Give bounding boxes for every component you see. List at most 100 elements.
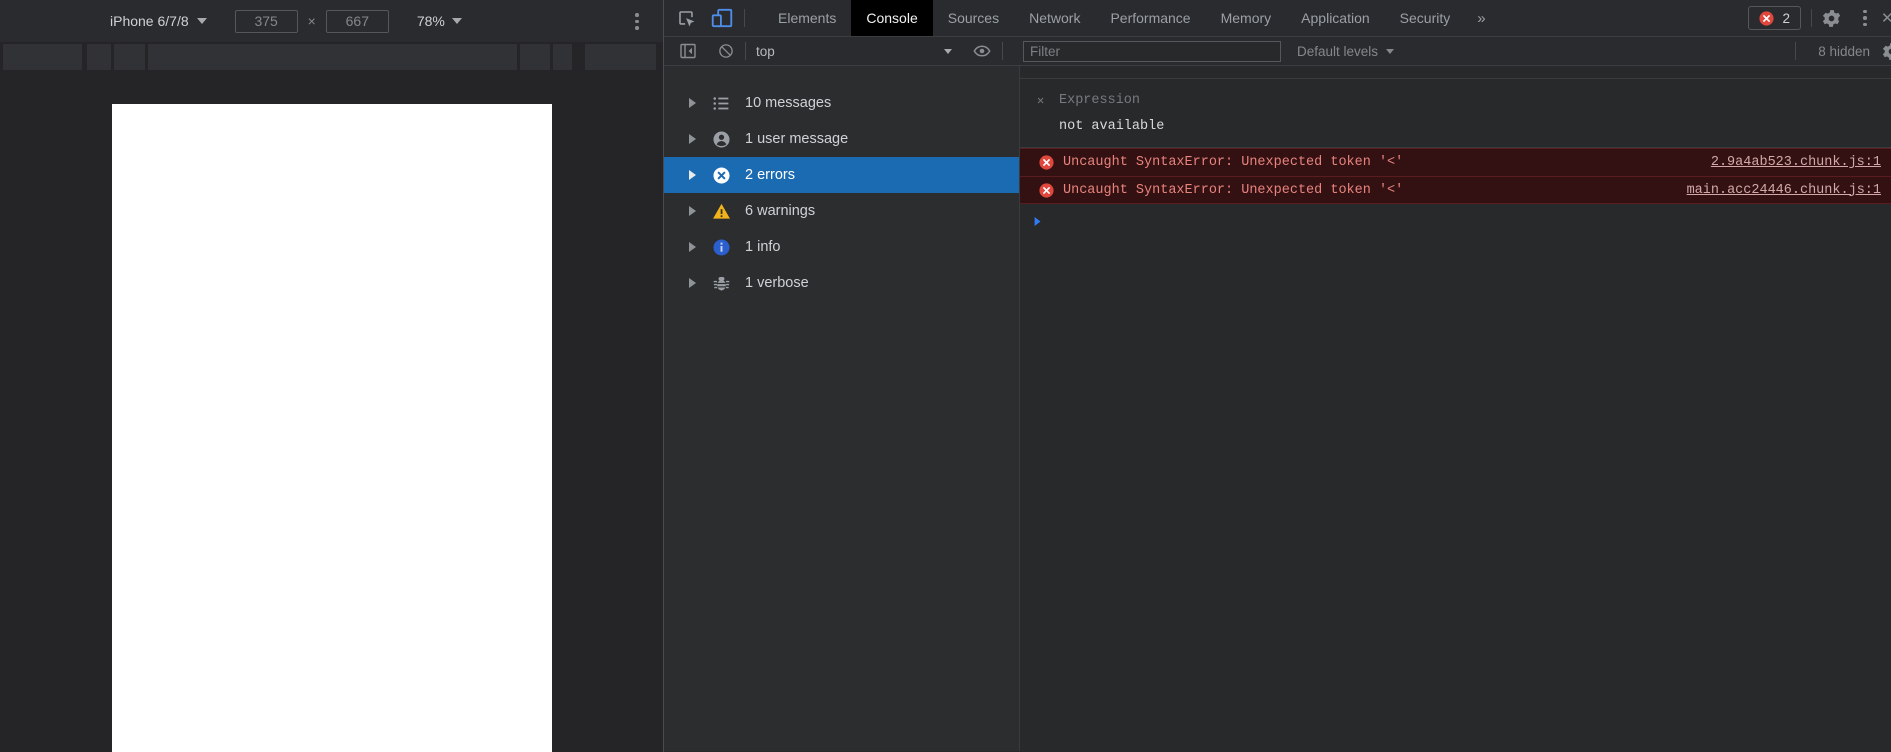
divider bbox=[1811, 9, 1812, 27]
tab-network[interactable]: Network bbox=[1014, 0, 1095, 36]
error-count-badge[interactable]: 2 bbox=[1748, 6, 1801, 30]
devtools-window: iPhone 6/7/8 × 78% bbox=[0, 0, 1891, 752]
device-toolbar-menu-button[interactable] bbox=[635, 13, 639, 30]
devtools-menu-button[interactable] bbox=[1863, 9, 1867, 27]
sidebar-item-warnings[interactable]: 6 warnings bbox=[664, 193, 1019, 229]
disclosure-triangle-icon[interactable] bbox=[689, 98, 696, 108]
frame-context-select[interactable]: top bbox=[756, 44, 952, 59]
disclosure-triangle-icon[interactable] bbox=[689, 278, 696, 288]
device-toolbar: iPhone 6/7/8 × 78% bbox=[0, 0, 663, 42]
ruler-segment bbox=[148, 44, 517, 70]
tab-elements[interactable]: Elements bbox=[763, 0, 851, 36]
console-settings-gear-icon[interactable] bbox=[1882, 42, 1891, 61]
inspect-cursor-icon[interactable] bbox=[676, 8, 697, 29]
console-filter-input[interactable] bbox=[1023, 40, 1281, 62]
dimension-separator: × bbox=[307, 13, 316, 29]
console-sidebar-toggle-icon[interactable] bbox=[678, 41, 698, 61]
hidden-messages-count: 8 hidden bbox=[1818, 43, 1870, 59]
error-circle-icon bbox=[1039, 182, 1054, 198]
tab-application[interactable]: Application bbox=[1286, 0, 1385, 36]
chevron-down-icon bbox=[1386, 48, 1395, 54]
sidebar-item-label: 1 user message bbox=[745, 131, 849, 147]
live-expression-result: not available bbox=[1059, 118, 1165, 134]
chevron-down-icon bbox=[451, 18, 462, 24]
error-circle-icon bbox=[1759, 10, 1775, 26]
disclosure-triangle-icon[interactable] bbox=[689, 206, 696, 216]
frame-context-value: top bbox=[756, 43, 775, 59]
info-icon bbox=[712, 238, 731, 257]
device-zoom-label: 78% bbox=[416, 13, 445, 29]
disclosure-triangle-icon[interactable] bbox=[689, 170, 696, 180]
device-type-select[interactable]: iPhone 6/7/8 bbox=[110, 13, 207, 29]
console-body: 10 messages 1 user message 2 errors 6 wa… bbox=[664, 66, 1891, 751]
devtools-tab-bar: Elements Console Sources Network Perform… bbox=[664, 0, 1891, 37]
chevron-down-icon bbox=[944, 48, 952, 54]
device-width-input[interactable] bbox=[234, 9, 298, 33]
error-message-text: Uncaught SyntaxError: Unexpected token '… bbox=[1063, 182, 1404, 198]
tab-console[interactable]: Console bbox=[851, 0, 933, 36]
device-ruler-strip bbox=[0, 44, 663, 70]
ruler-segment bbox=[114, 44, 145, 70]
ruler-segment bbox=[520, 44, 550, 70]
list-icon bbox=[712, 94, 731, 113]
tab-security[interactable]: Security bbox=[1385, 0, 1466, 36]
more-tabs-button[interactable]: » bbox=[1465, 10, 1497, 27]
disclosure-triangle-icon[interactable] bbox=[689, 134, 696, 144]
sidebar-item-verbose[interactable]: 1 verbose bbox=[664, 265, 1019, 301]
device-height-input[interactable] bbox=[325, 9, 389, 33]
bug-icon bbox=[712, 274, 731, 293]
user-icon bbox=[712, 130, 731, 149]
emulated-page-viewport[interactable] bbox=[112, 104, 552, 752]
chevron-down-icon bbox=[196, 18, 207, 24]
sidebar-item-label: 6 warnings bbox=[745, 203, 816, 219]
console-prompt-chevron-icon bbox=[1034, 216, 1041, 227]
warning-icon bbox=[712, 202, 731, 221]
tab-sources[interactable]: Sources bbox=[933, 0, 1014, 36]
gear-icon[interactable] bbox=[1822, 9, 1841, 28]
console-messages-area: ✕ Expression not available Uncaught Synt… bbox=[1020, 66, 1891, 751]
tab-performance[interactable]: Performance bbox=[1095, 0, 1205, 36]
clear-console-icon[interactable] bbox=[717, 42, 735, 60]
live-expression-block: ✕ Expression not available bbox=[1020, 78, 1891, 148]
sidebar-item-info[interactable]: 1 info bbox=[664, 229, 1019, 265]
console-error-message[interactable]: Uncaught SyntaxError: Unexpected token '… bbox=[1020, 148, 1891, 176]
sidebar-item-label: 1 info bbox=[745, 239, 781, 255]
live-expression-placeholder: Expression bbox=[1059, 92, 1141, 108]
eye-icon[interactable] bbox=[972, 41, 992, 61]
close-icon[interactable]: ✕ bbox=[1881, 9, 1891, 27]
error-source-link[interactable]: main.acc24446.chunk.js:1 bbox=[1687, 183, 1881, 198]
tab-memory[interactable]: Memory bbox=[1206, 0, 1287, 36]
device-zoom-select[interactable]: 78% bbox=[417, 13, 462, 29]
sidebar-item-label: 1 verbose bbox=[745, 275, 809, 291]
log-levels-select[interactable]: Default levels bbox=[1297, 44, 1395, 59]
console-prompt[interactable] bbox=[1020, 204, 1891, 228]
error-count: 2 bbox=[1782, 10, 1790, 26]
divider bbox=[1002, 42, 1003, 60]
panel-tabs: Elements Console Sources Network Perform… bbox=[763, 0, 1466, 36]
sidebar-item-label: 10 messages bbox=[745, 95, 832, 111]
devtools-pane: Elements Console Sources Network Perform… bbox=[663, 0, 1891, 752]
disclosure-triangle-icon[interactable] bbox=[689, 242, 696, 252]
device-emulation-pane: iPhone 6/7/8 × 78% bbox=[0, 0, 663, 752]
live-expression-editor[interactable]: ✕ Expression bbox=[1020, 87, 1891, 113]
ruler-segment bbox=[3, 44, 82, 70]
toggle-device-toolbar-icon[interactable] bbox=[710, 7, 734, 29]
console-sidebar: 10 messages 1 user message 2 errors 6 wa… bbox=[664, 66, 1020, 751]
sidebar-item-errors[interactable]: 2 errors bbox=[664, 157, 1019, 193]
divider bbox=[1795, 42, 1797, 60]
ruler-segment bbox=[585, 44, 656, 70]
sidebar-item-user-messages[interactable]: 1 user message bbox=[664, 121, 1019, 157]
error-source-link[interactable]: 2.9a4ab523.chunk.js:1 bbox=[1711, 155, 1881, 170]
device-type-label: iPhone 6/7/8 bbox=[110, 13, 189, 29]
error-icon bbox=[712, 166, 731, 185]
console-toolbar: top Default levels 8 hidden bbox=[664, 37, 1891, 66]
divider bbox=[744, 9, 745, 27]
ruler-segment bbox=[553, 44, 572, 70]
ruler-segment bbox=[87, 44, 111, 70]
error-message-text: Uncaught SyntaxError: Unexpected token '… bbox=[1063, 155, 1404, 170]
sidebar-item-label: 2 errors bbox=[745, 167, 795, 183]
sidebar-item-all-messages[interactable]: 10 messages bbox=[664, 85, 1019, 121]
close-icon[interactable]: ✕ bbox=[1037, 93, 1049, 108]
console-error-message[interactable]: Uncaught SyntaxError: Unexpected token '… bbox=[1020, 176, 1891, 204]
error-circle-icon bbox=[1039, 155, 1054, 170]
